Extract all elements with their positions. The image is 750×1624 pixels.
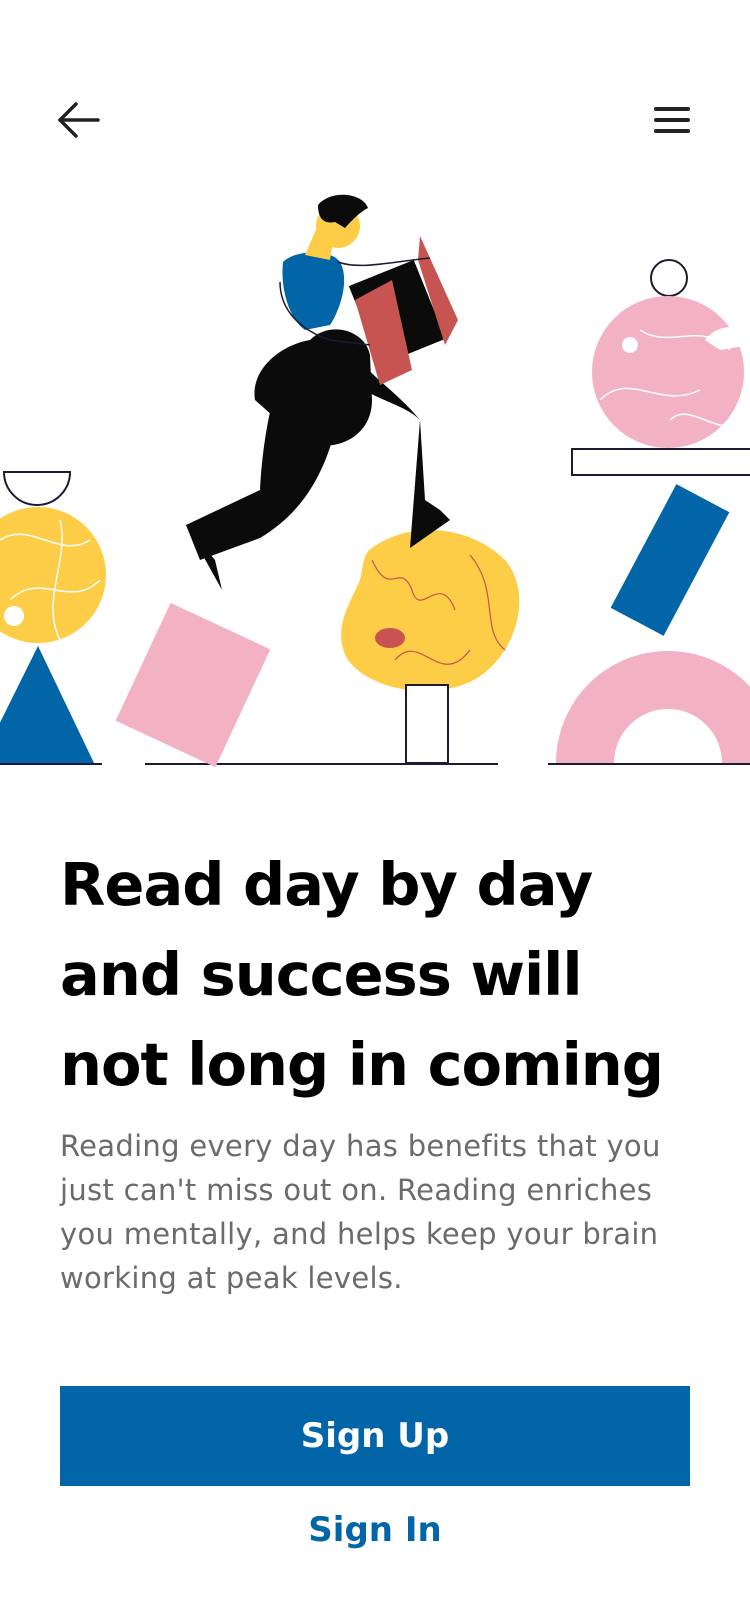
top-bar bbox=[0, 0, 750, 200]
menu-button[interactable] bbox=[642, 90, 702, 150]
arrow-left-icon bbox=[58, 102, 100, 138]
sign-in-link[interactable]: Sign In bbox=[0, 1500, 750, 1560]
description-text: Reading every day has benefits that you … bbox=[60, 1129, 661, 1295]
back-button[interactable] bbox=[48, 90, 108, 150]
hamburger-menu-icon bbox=[654, 107, 690, 133]
sign-up-button[interactable]: Sign Up bbox=[60, 1386, 690, 1486]
headline: Read day by day and success will not lon… bbox=[60, 850, 664, 1099]
hero-illustration bbox=[0, 194, 750, 768]
